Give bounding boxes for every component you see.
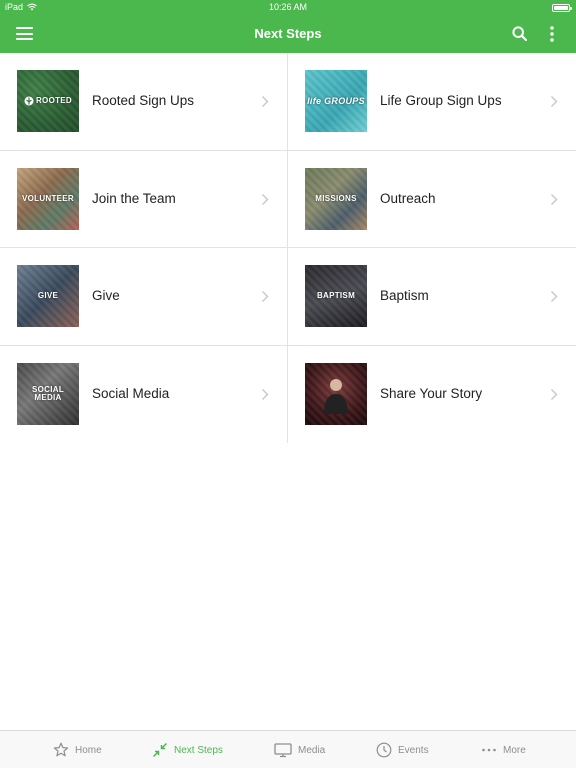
missions-thumbnail-text: MISSIONS [315,193,357,203]
life-groups-thumbnail-text: life GROUPS [307,96,365,106]
social-media-thumbnail: SOCIAL MEDIA [17,362,79,425]
tab-label: Home [75,744,102,756]
chevron-right-icon [262,193,269,205]
tab-label: Events [398,744,429,756]
chevron-right-icon [262,388,269,400]
life-groups-thumbnail: life GROUPS [305,70,367,132]
chevron-right-icon [551,193,558,205]
next-step-item-join-team[interactable]: VOLUNTEER Join the Team [0,150,288,248]
next-step-label: Join the Team [92,190,176,206]
next-step-item-rooted[interactable]: ROOTED Rooted Sign Ups [0,53,288,151]
more-vertical-icon[interactable] [548,25,556,43]
missions-thumbnail: MISSIONS [305,167,367,230]
more-dots-icon [482,748,496,752]
give-thumbnail: GIVE [17,265,79,327]
tab-events[interactable]: Events [376,731,429,768]
tab-label: More [503,744,526,756]
chevron-right-icon [262,291,269,302]
next-step-item-give[interactable]: GIVE Give [0,248,288,346]
rooted-thumbnail: ROOTED [17,70,79,132]
chevron-right-icon [551,291,558,302]
tab-more[interactable]: More [481,731,526,768]
social-media-thumbnail-text: SOCIAL MEDIA [31,384,65,402]
chevron-right-icon [551,388,558,400]
search-icon[interactable] [512,26,527,41]
status-bar: iPad 10:26 AM [0,0,576,16]
battery-level [554,6,568,10]
next-step-label: Social Media [92,385,170,401]
star-icon [53,742,69,757]
baptism-thumbnail: BAPTISM [305,265,367,327]
tab-home[interactable]: Home [53,731,102,768]
chevron-right-icon [262,96,269,107]
next-step-label: Rooted Sign Ups [92,93,195,108]
share-story-thumbnail [305,362,367,425]
tab-next-steps[interactable]: Next Steps [152,731,223,768]
monitor-icon [274,743,292,758]
battery-icon [552,4,572,12]
next-steps-arrows-icon [152,742,168,758]
baptism-thumbnail-text: BAPTISM [316,291,356,300]
next-step-item-share-story[interactable]: Share Your Story [288,345,576,443]
tab-label: Media [298,744,326,756]
volunteer-thumbnail-text: VOLUNTEER [21,193,75,203]
status-time: 10:26 AM [268,2,308,12]
next-step-item-outreach[interactable]: MISSIONS Outreach [288,150,576,248]
rooted-thumbnail-text: ROOTED [35,96,73,105]
page-title: Next Steps [254,26,322,41]
next-step-label: Life Group Sign Ups [380,93,502,108]
rooted-logo-icon [24,96,34,106]
give-thumbnail-text: GIVE [37,291,59,300]
volunteer-thumbnail: VOLUNTEER [17,167,79,230]
chevron-right-icon [551,96,558,107]
next-step-label: Outreach [380,190,436,206]
next-step-label: Give [92,288,120,303]
next-step-label: Baptism [380,288,429,303]
next-steps-grid: ROOTED Rooted Sign Ups life GROUPS Life … [0,53,576,443]
tab-bar: Home Next Steps Media Events More [0,730,576,768]
person-silhouette-icon [324,378,348,414]
next-step-item-life-groups[interactable]: life GROUPS Life Group Sign Ups [288,53,576,151]
next-step-label: Share Your Story [380,385,483,401]
clock-icon [376,742,392,758]
nav-bar: Next Steps [0,16,576,53]
tab-media[interactable]: Media [274,731,325,768]
next-step-item-social-media[interactable]: SOCIAL MEDIA Social Media [0,345,288,443]
next-step-item-baptism[interactable]: BAPTISM Baptism [288,248,576,346]
tab-label: Next Steps [174,744,223,756]
